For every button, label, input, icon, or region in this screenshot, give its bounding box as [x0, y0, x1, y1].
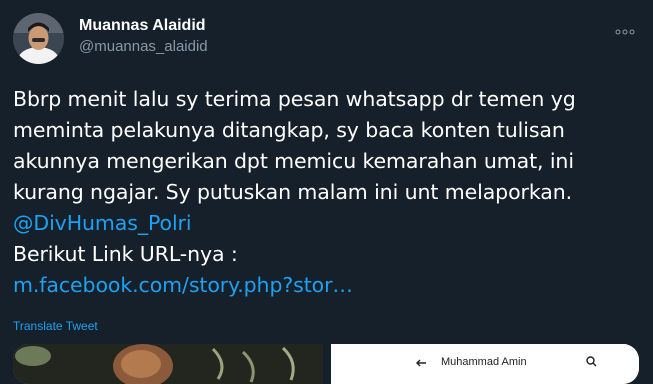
tweet-text-line: kurang ngajar. Sy putuskan malam ini unt… [13, 180, 573, 204]
media-photo [13, 344, 323, 384]
tweet-media[interactable]: Muhammad Amin [13, 344, 639, 384]
link-intro-text: Berikut Link URL-nya : [13, 242, 238, 266]
search-icon [586, 356, 597, 367]
author-name[interactable]: Muannas Alaidid [79, 17, 206, 35]
translate-tweet-link[interactable]: Translate Tweet [13, 319, 98, 333]
tweet-text: Bbrp menit lalu sy terima pesan whatsapp… [13, 84, 643, 301]
author-avatar[interactable] [13, 13, 64, 64]
facebook-link[interactable]: m.facebook.com/story.php?stor… [13, 270, 643, 301]
tweet-text-line: meminta pelakunya ditangkap, sy baca kon… [13, 118, 565, 142]
mention-link[interactable]: @DivHumas_Polri [13, 208, 643, 239]
avatar-photo [13, 13, 64, 64]
author-handle[interactable]: @muannas_alaidid [79, 38, 208, 55]
tweet-text-line: akunnya mengerikan dpt memicu kemarahan … [13, 149, 574, 173]
media-image-right[interactable]: Muhammad Amin [331, 344, 639, 384]
tweet-text-line: Bbrp menit lalu sy terima pesan whatsapp… [13, 87, 576, 111]
fb-header-name: Muhammad Amin [441, 356, 527, 368]
media-image-left[interactable] [13, 344, 323, 384]
more-horizontal-icon [615, 29, 635, 35]
media-divider [323, 344, 331, 384]
more-options-icon[interactable] [615, 21, 635, 35]
